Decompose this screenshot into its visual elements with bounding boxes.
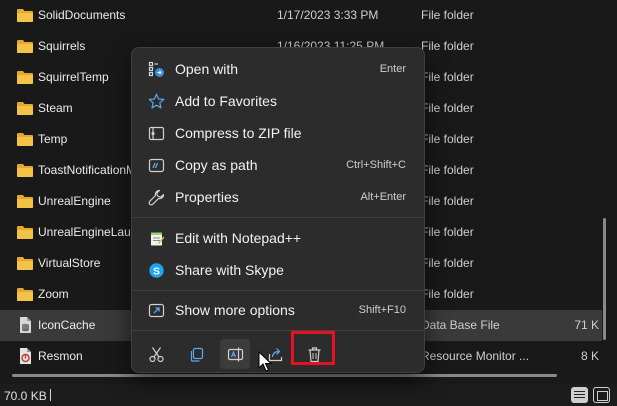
- menu-item-open-with[interactable]: Open with Enter: [136, 53, 420, 85]
- copy-icon: [190, 347, 204, 362]
- file-name: ToastNotificationM: [38, 163, 133, 177]
- notepad-plus-plus-icon: [151, 232, 165, 246]
- copy-button[interactable]: [181, 339, 211, 369]
- file-date: 1/17/2023 3:33 PM: [277, 8, 379, 22]
- status-bar: 70.0 KB: [0, 384, 617, 406]
- cut-icon: [149, 347, 164, 363]
- file-name: IconCache: [38, 318, 96, 332]
- file-name: SolidDocuments: [38, 8, 126, 22]
- file-name: Resmon: [38, 349, 83, 363]
- folder-icon: [17, 257, 33, 270]
- folder-icon: [17, 226, 33, 239]
- file-type: File folder: [421, 256, 474, 270]
- show-more-options-icon: [148, 303, 165, 318]
- file-row[interactable]: SolidDocuments 1/17/2023 3:33 PM File fo…: [0, 0, 602, 31]
- file-name: UnrealEngine: [38, 194, 111, 208]
- database-file-icon: [20, 317, 31, 333]
- rename-button[interactable]: [220, 339, 250, 369]
- menu-item-label: Copy as path: [175, 157, 258, 173]
- folder-icon: [17, 102, 33, 115]
- file-name: SquirrelTemp: [38, 70, 109, 84]
- menu-item-add-to-favorites[interactable]: Add to Favorites: [136, 85, 420, 117]
- menu-item-label: Compress to ZIP file: [175, 125, 302, 141]
- file-type: File folder: [421, 8, 474, 22]
- file-name: UnrealEngineLaun: [38, 225, 133, 239]
- details-view-button[interactable]: [571, 387, 588, 403]
- file-type: File folder: [421, 225, 474, 239]
- file-name: VirtualStore: [38, 256, 101, 270]
- skype-icon: S: [149, 263, 164, 278]
- tiles-view-button[interactable]: [593, 387, 610, 403]
- folder-icon: [17, 288, 33, 301]
- delete-highlight-box: [291, 331, 335, 365]
- folder-icon: [17, 133, 33, 146]
- menu-item-shortcut: Alt+Enter: [360, 191, 406, 203]
- file-type: Data Base File: [421, 318, 500, 332]
- vertical-scrollbar[interactable]: [603, 218, 606, 340]
- menu-item-label: Properties: [175, 189, 239, 205]
- zip-icon: [148, 126, 165, 141]
- context-menu: Open with Enter Add to Favorites Compres…: [131, 47, 425, 373]
- menu-item-label: Show more options: [175, 302, 295, 318]
- selection-size: 70.0 KB: [4, 389, 47, 403]
- menu-item-label: Share with Skype: [175, 262, 284, 278]
- menu-item-show-more-options[interactable]: Show more options Shift+F10: [136, 294, 420, 326]
- resource-monitor-file-icon: [20, 348, 31, 364]
- file-name: Steam: [38, 101, 73, 115]
- menu-item-edit-with-notepad-plus-plus[interactable]: Edit with Notepad++: [136, 222, 420, 254]
- wrench-icon: [148, 189, 165, 206]
- file-name: Zoom: [38, 287, 69, 301]
- file-name: Temp: [38, 132, 68, 146]
- file-type: File folder: [421, 194, 474, 208]
- menu-separator: [132, 330, 424, 331]
- horizontal-scrollbar[interactable]: [12, 374, 557, 377]
- open-with-icon: [148, 61, 164, 77]
- menu-item-share-with-skype[interactable]: S Share with Skype: [136, 254, 420, 286]
- folder-icon: [17, 40, 33, 53]
- file-type: File folder: [421, 132, 474, 146]
- star-icon: [148, 93, 165, 109]
- folder-icon: [17, 164, 33, 177]
- file-type: File folder: [421, 39, 474, 53]
- status-separator: [50, 389, 51, 401]
- menu-item-copy-as-path[interactable]: Copy as path Ctrl+Shift+C: [136, 149, 420, 181]
- mouse-cursor-icon: [258, 351, 272, 372]
- menu-item-properties[interactable]: Properties Alt+Enter: [136, 181, 420, 213]
- menu-item-label: Edit with Notepad++: [175, 230, 302, 246]
- cut-button[interactable]: [141, 339, 171, 369]
- file-size: 8 K: [580, 349, 599, 363]
- menu-item-compress-zip[interactable]: Compress to ZIP file: [136, 117, 420, 149]
- file-name: Squirrels: [38, 39, 86, 53]
- file-type: File folder: [421, 163, 474, 177]
- folder-icon: [17, 195, 33, 208]
- menu-item-label: Open with: [175, 61, 239, 77]
- menu-separator: [132, 290, 424, 291]
- menu-item-shortcut: Ctrl+Shift+C: [346, 159, 406, 171]
- folder-icon: [17, 71, 33, 84]
- file-type: File folder: [421, 287, 474, 301]
- file-size: 71 K: [574, 318, 599, 332]
- context-menu-action-bar: [136, 337, 420, 371]
- rename-icon: [227, 347, 244, 362]
- folder-icon: [17, 9, 33, 22]
- file-type: File folder: [421, 101, 474, 115]
- file-type: File folder: [421, 70, 474, 84]
- file-type: Resource Monitor ...: [421, 349, 530, 363]
- menu-item-shortcut: Enter: [379, 63, 406, 75]
- svg-text:S: S: [153, 265, 160, 277]
- menu-item-shortcut: Shift+F10: [358, 304, 406, 316]
- menu-item-label: Add to Favorites: [175, 93, 277, 109]
- copy-path-icon: [148, 158, 165, 173]
- menu-separator: [132, 217, 424, 218]
